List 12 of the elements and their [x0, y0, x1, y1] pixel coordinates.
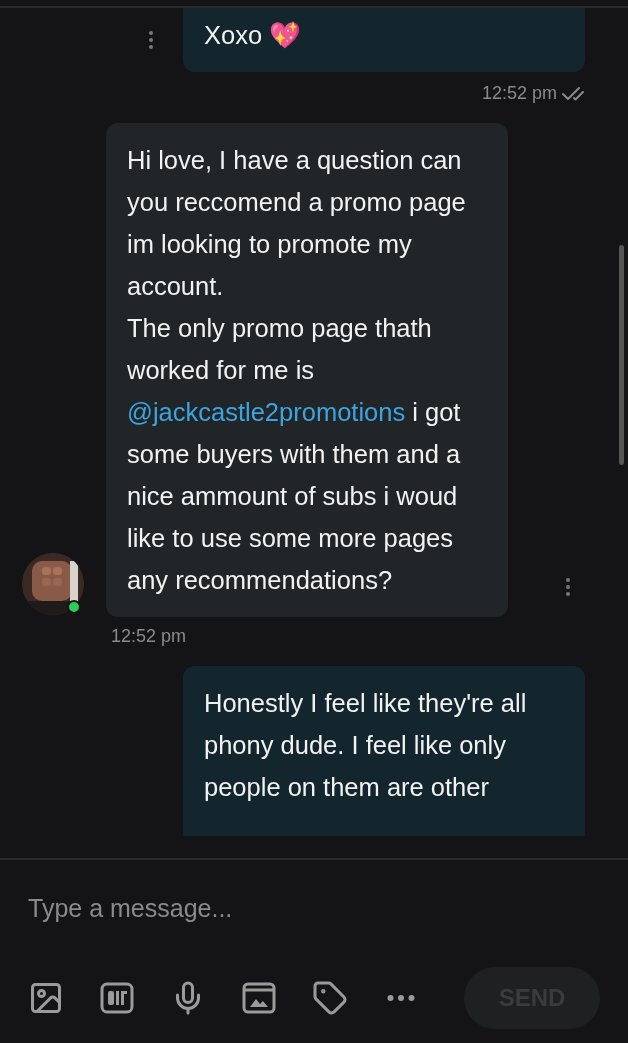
image-icon[interactable]	[28, 980, 64, 1016]
gif-icon[interactable]	[99, 980, 135, 1016]
price-tag-icon[interactable]	[312, 980, 348, 1016]
scrollbar[interactable]	[619, 245, 624, 465]
mention-link[interactable]: @jackcastle2promotions	[127, 398, 406, 426]
message-text: Xoxo 💖	[204, 20, 303, 51]
message-input[interactable]: Type a message...	[28, 890, 600, 928]
message-text: Hi love, I have a question can you reccomend a promo page im looking to promote my account. The only promo page thath worked for me is @jackcastle2promotions i got some buyers with them and a nice ammount of subs i woud like to use some more pages any recommendations?	[127, 145, 467, 596]
message-time: 12:52 pm	[111, 625, 188, 648]
message-text: Honestly I feel like they're all phony dude. I feel like only people on them are other	[204, 688, 528, 803]
media-vault-icon[interactable]	[241, 980, 277, 1016]
message-time: 12:52 pm	[481, 82, 557, 105]
